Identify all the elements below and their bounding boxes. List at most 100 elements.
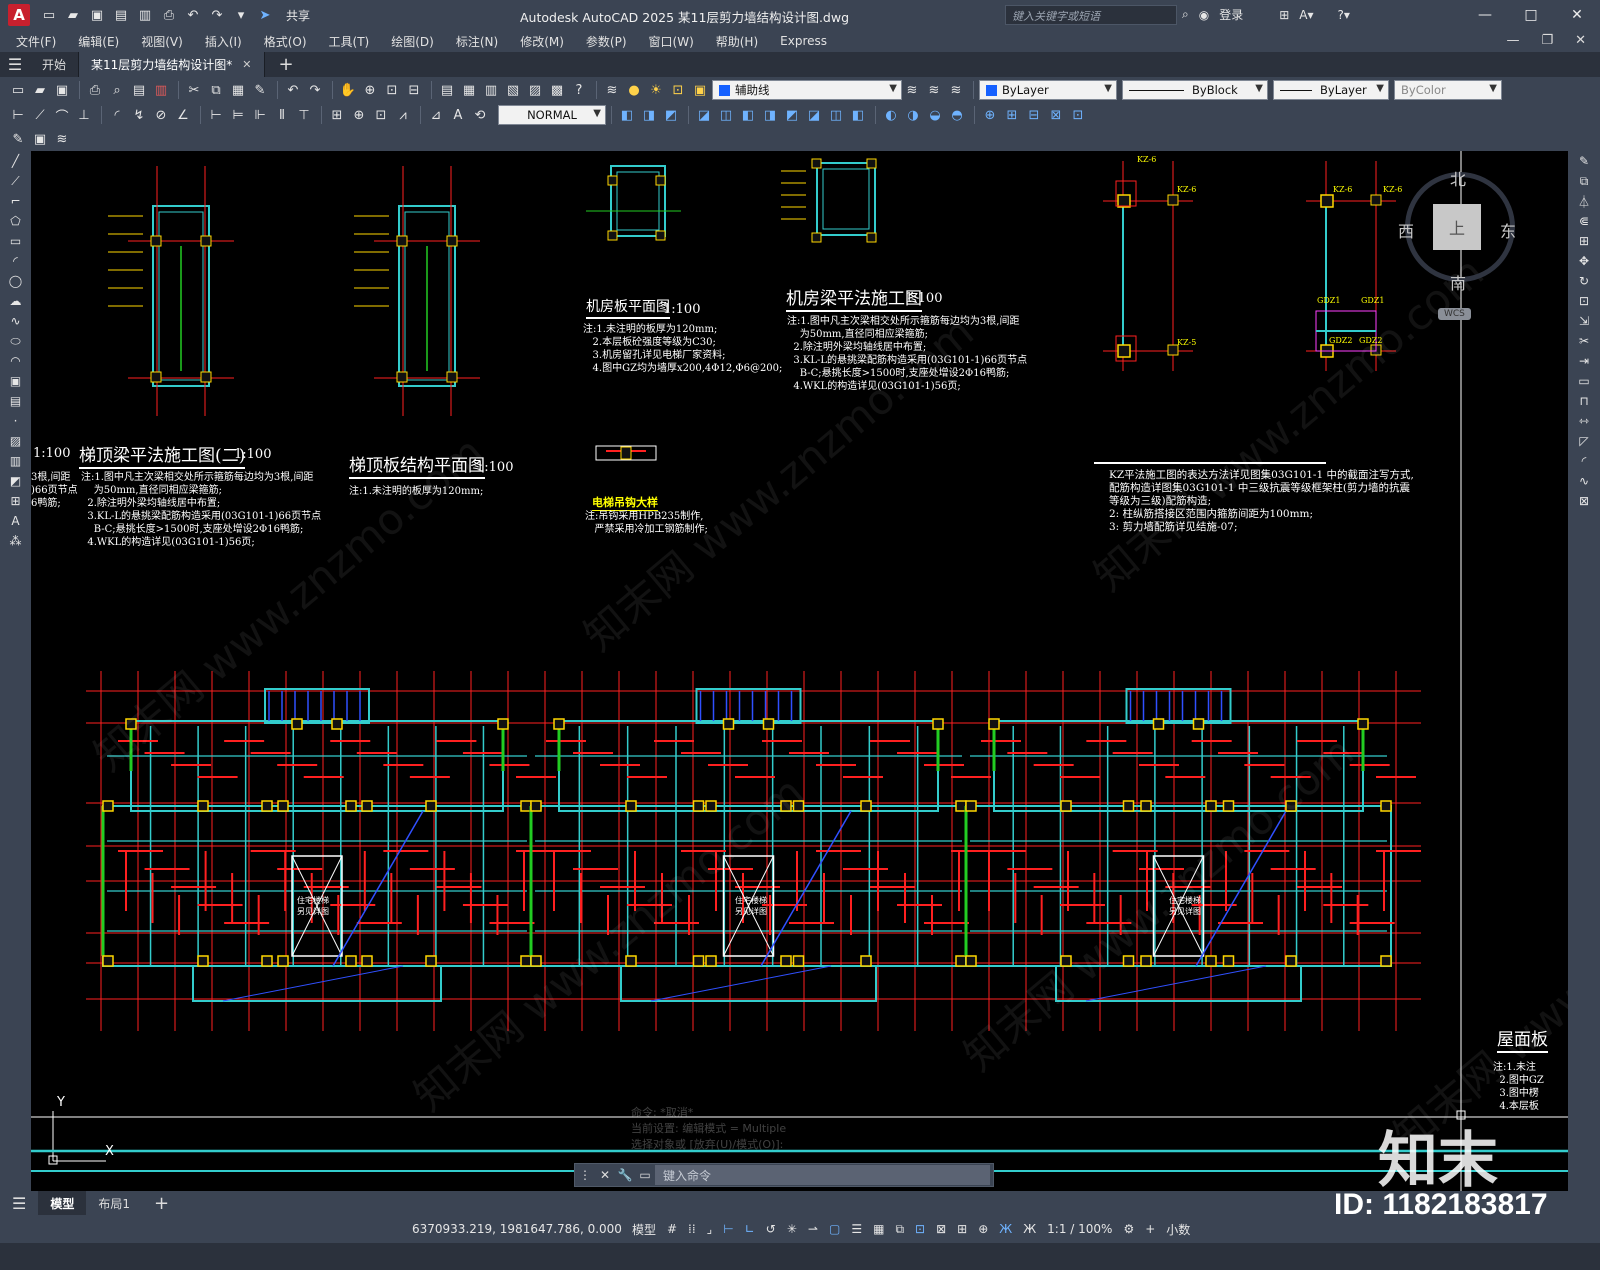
circle-icon[interactable]: ◯ (0, 271, 31, 291)
maximize-icon[interactable]: □ (1508, 0, 1554, 30)
center-mark-icon[interactable]: ⊕ (349, 105, 369, 125)
view-icon[interactable]: ◨ (760, 105, 780, 125)
user-icon[interactable]: ◉ (1199, 8, 1209, 22)
view-icon[interactable]: ◪ (694, 105, 714, 125)
wcs-menu[interactable]: WCS (1438, 308, 1471, 320)
viewcube-north[interactable]: 北 (1450, 166, 1466, 190)
view-icon[interactable]: ◧ (738, 105, 758, 125)
dimstyle-dropdown[interactable]: NORMAL ▼ (498, 105, 606, 125)
ucs-icon[interactable]: ⊞ (1002, 105, 1022, 125)
make-current-layer-icon[interactable]: ≋ (902, 80, 922, 100)
view-icon[interactable]: ◧ (848, 105, 868, 125)
object-snap-icon[interactable]: ▢ (829, 1222, 840, 1236)
ellipse-arc-icon[interactable]: ◠ (0, 351, 31, 371)
signin-button[interactable]: 登录 (1219, 6, 1243, 23)
pan-icon[interactable]: ✋ (338, 80, 358, 100)
copy-icon[interactable]: ⧉ (1568, 171, 1600, 191)
workspace-gear-icon[interactable]: ⚙ (1123, 1222, 1134, 1236)
dimedit-icon[interactable]: ⊿ (426, 105, 446, 125)
plot-icon[interactable]: ⎙ (160, 6, 178, 24)
stretch-icon[interactable]: ⇲ (1568, 311, 1600, 331)
move-icon[interactable]: ✥ (1568, 251, 1600, 271)
visual-style-icon[interactable]: ◒ (925, 105, 945, 125)
menu-modify[interactable]: 修改(M) (520, 33, 564, 50)
markup-icon[interactable]: ▨ (525, 80, 545, 100)
annotation-scale[interactable]: 1:1 / 100% (1047, 1222, 1112, 1236)
color-dropdown[interactable]: ByLayer ▼ (979, 80, 1117, 100)
publish-icon[interactable]: ▥ (136, 6, 154, 24)
break-icon[interactable]: ▭ (1568, 371, 1600, 391)
rotate-icon[interactable]: ↻ (1568, 271, 1600, 291)
explode-icon[interactable]: ⊠ (1568, 491, 1600, 511)
zoom-window-icon[interactable]: ⊡ (382, 80, 402, 100)
layer-previous-icon[interactable]: ≋ (924, 80, 944, 100)
attribute-icon[interactable]: ≋ (52, 129, 72, 149)
point-icon[interactable]: · (0, 411, 31, 431)
grid-icon[interactable]: # (667, 1222, 677, 1236)
drawing-canvas[interactable]: 知末网 www.znzmo.com 知末网 www.znzmo.com 知末网 … (31, 151, 1568, 1191)
wrench-icon[interactable]: 🔧 (615, 1168, 635, 1182)
object-tracking-icon[interactable]: ⇀ (808, 1222, 818, 1236)
arc-length-icon[interactable]: ⌒ (52, 105, 72, 125)
lineweight-dropdown[interactable]: ByLayer ▼ (1273, 80, 1389, 100)
menu-draw[interactable]: 绘图(D) (391, 33, 434, 50)
chamfer-icon[interactable]: ◸ (1568, 431, 1600, 451)
minimize-icon[interactable]: — (1462, 0, 1508, 30)
trim-icon[interactable]: ✂ (1568, 331, 1600, 351)
autodesk-icon[interactable]: A▾ (1299, 8, 1313, 22)
properties-icon[interactable]: ▤ (437, 80, 457, 100)
paste-icon[interactable]: ▦ (228, 80, 248, 100)
table-icon[interactable]: ⊞ (0, 491, 31, 511)
ordinate-dim-icon[interactable]: ⊥ (74, 105, 94, 125)
scale-icon[interactable]: ⊡ (1568, 291, 1600, 311)
tab-model[interactable]: 模型 (38, 1191, 87, 1215)
lineweight-icon[interactable]: ☰ (851, 1222, 862, 1236)
mirror-icon[interactable]: ⏃ (1568, 191, 1600, 211)
plot-preview-icon[interactable]: ⌕ (107, 80, 127, 100)
view-icon[interactable]: ◧ (617, 105, 637, 125)
save-icon[interactable]: ▣ (88, 6, 106, 24)
insert-block-icon[interactable]: ▣ (0, 371, 31, 391)
dim-update-icon[interactable]: ⟲ (470, 105, 490, 125)
gizmo-icon[interactable]: ⊕ (978, 1222, 988, 1236)
share-icon[interactable]: ➤ (256, 6, 274, 24)
ucs-icon[interactable]: ⊟ (1024, 105, 1044, 125)
dim-break-icon[interactable]: ⊤ (294, 105, 314, 125)
layer-state-icon[interactable]: ≋ (946, 80, 966, 100)
tolerance-icon[interactable]: ⊞ (327, 105, 347, 125)
view-icon[interactable]: ◫ (716, 105, 736, 125)
layout-menu-icon[interactable]: ☰ (0, 1191, 38, 1215)
pdf-icon[interactable]: ▥ (151, 80, 171, 100)
view-icon[interactable]: ◨ (639, 105, 659, 125)
new-tab-icon[interactable]: + (279, 54, 294, 75)
grip-icon[interactable]: ⋮ (575, 1168, 595, 1182)
menu-dimension[interactable]: 标注(N) (456, 33, 498, 50)
menu-window[interactable]: 窗口(W) (649, 33, 694, 50)
visual-style-icon[interactable]: ◐ (881, 105, 901, 125)
auto-scale-icon[interactable]: Ж (1023, 1222, 1036, 1236)
share-button[interactable]: 共享 (286, 7, 310, 24)
menu-view[interactable]: 视图(V) (141, 33, 183, 50)
mtext-icon[interactable]: A (0, 511, 31, 531)
view-icon[interactable]: ◩ (661, 105, 681, 125)
menu-tools[interactable]: 工具(T) (329, 33, 370, 50)
coordinates-readout[interactable]: 6370933.219, 1981647.786, 0.000 (412, 1222, 622, 1236)
selection-cycling-icon[interactable]: ⧉ (895, 1222, 904, 1237)
viewcube-face-top[interactable]: 上 (1433, 204, 1481, 250)
layer-freeze-icon[interactable]: ☀ (646, 80, 666, 100)
jogged-linear-icon[interactable]: ⩘ (393, 105, 413, 125)
redo-icon[interactable]: ↷ (305, 80, 325, 100)
layer-properties-icon[interactable]: ≋ (602, 80, 622, 100)
ucs-icon[interactable]: ⊠ (1046, 105, 1066, 125)
calculator-icon[interactable]: ▩ (547, 80, 567, 100)
undo-icon[interactable]: ↶ (184, 6, 202, 24)
viewcube-south[interactable]: 南 (1450, 270, 1466, 294)
line-icon[interactable]: ╱ (0, 151, 31, 171)
new-file-icon[interactable]: ▭ (40, 6, 58, 24)
sheet-set-icon[interactable]: ▧ (503, 80, 523, 100)
file-tabs-menu-icon[interactable]: ☰ (0, 55, 30, 74)
layer-on-icon[interactable]: ● (624, 80, 644, 100)
3d-osnap-icon[interactable]: ⊡ (915, 1222, 925, 1236)
infer-icon[interactable]: ⌟ (707, 1222, 713, 1236)
menu-format[interactable]: 格式(O) (264, 33, 307, 50)
